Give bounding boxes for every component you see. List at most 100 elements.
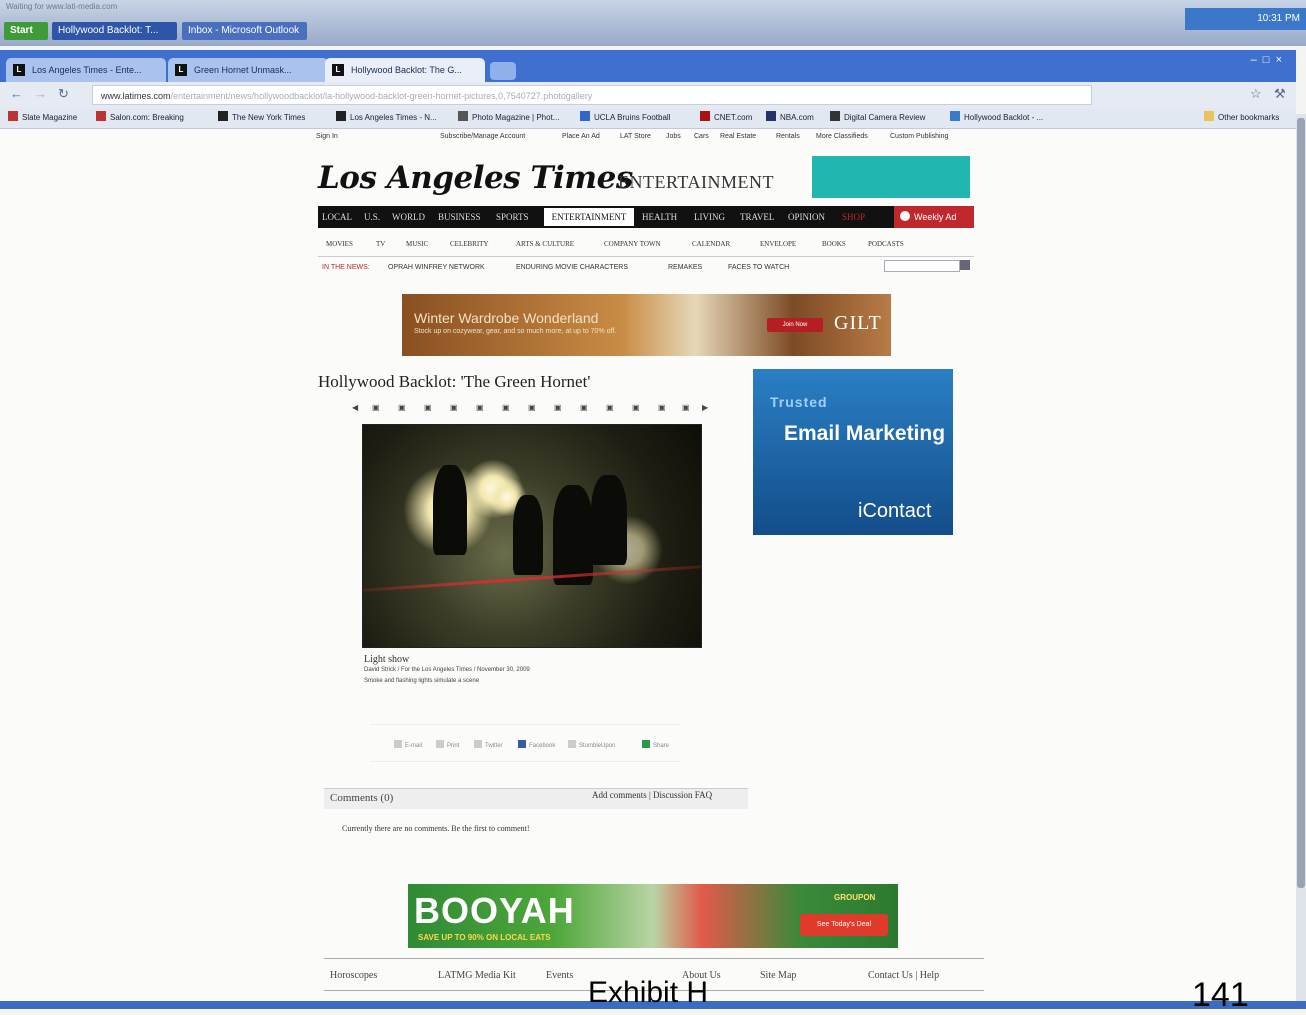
subnav-envelope[interactable]: ENVELOPE: [760, 240, 796, 248]
footer-link[interactable]: Contact Us | Help: [868, 970, 939, 981]
window-controls[interactable]: – □ ×: [1251, 54, 1282, 66]
util-link[interactable]: Place An Ad: [562, 133, 600, 140]
util-link[interactable]: Cars: [694, 133, 709, 140]
search-icon[interactable]: [960, 260, 970, 270]
sign-in-link[interactable]: Sign In: [316, 133, 338, 140]
news-link[interactable]: FACES TO WATCH: [728, 264, 789, 271]
gallery-thumb[interactable]: ▣: [398, 403, 406, 412]
nav-living[interactable]: LIVING: [694, 212, 725, 222]
bookmark-item[interactable]: Salon.com: Breaking: [96, 111, 184, 122]
share-print[interactable]: Print: [436, 740, 459, 749]
weekly-ad-button[interactable]: Weekly Ad: [894, 206, 974, 228]
news-link[interactable]: OPRAH WINFREY NETWORK: [388, 264, 485, 271]
gilt-join-button[interactable]: Join Now: [767, 318, 823, 332]
reload-icon[interactable]: ↻: [58, 86, 69, 102]
gallery-thumb[interactable]: ▣: [476, 403, 484, 412]
subnav-movies[interactable]: MOVIES: [326, 240, 353, 248]
news-link[interactable]: ENDURING MOVIE CHARACTERS: [516, 264, 628, 271]
new-tab-button[interactable]: [490, 62, 516, 80]
next-arrow-icon[interactable]: ▶: [702, 403, 708, 412]
nav-entertainment[interactable]: ENTERTAINMENT: [544, 208, 634, 226]
scrollbar-thumb[interactable]: [1297, 118, 1305, 888]
site-search-input[interactable]: [884, 260, 960, 272]
share-facebook[interactable]: Facebook: [518, 740, 555, 749]
nav-us[interactable]: U.S.: [364, 212, 380, 222]
tab-green-hornet[interactable]: L Green Hornet Unmask...: [168, 58, 328, 82]
star-icon[interactable]: ☆: [1250, 86, 1262, 102]
taskbar-item-outlook[interactable]: Inbox - Microsoft Outlook: [182, 22, 307, 40]
nav-sports[interactable]: SPORTS: [496, 212, 528, 222]
footer-link[interactable]: Site Map: [760, 970, 796, 981]
bookmark-item[interactable]: Hollywood Backlot - ...: [950, 111, 1043, 122]
gallery-thumb[interactable]: ▣: [554, 403, 562, 412]
bookmark-item[interactable]: NBA.com: [766, 111, 814, 122]
taskbar-item-browser[interactable]: Hollywood Backlot: T...: [52, 22, 177, 40]
bookmark-item[interactable]: Los Angeles Times - N...: [336, 111, 437, 122]
gallery-thumb[interactable]: ▣: [632, 403, 640, 412]
top-banner-ad[interactable]: [812, 156, 970, 198]
util-link[interactable]: Subscribe/Manage Account: [440, 133, 525, 140]
util-link[interactable]: LAT Store: [620, 133, 651, 140]
bookmark-item[interactable]: Photo Magazine | Phot...: [458, 111, 559, 122]
share-twitter[interactable]: Twitter: [474, 740, 503, 749]
gallery-thumb[interactable]: ▣: [606, 403, 614, 412]
bookmark-item[interactable]: Digital Camera Review: [830, 111, 925, 122]
gallery-thumb[interactable]: ▣: [502, 403, 510, 412]
subnav-music[interactable]: MUSIC: [406, 240, 428, 248]
nav-world[interactable]: WORLD: [392, 212, 425, 222]
gallery-thumb[interactable]: ▣: [528, 403, 536, 412]
gallery-thumb[interactable]: ▣: [580, 403, 588, 412]
comments-links[interactable]: Add comments | Discussion FAQ: [592, 790, 712, 800]
gallery-thumb[interactable]: ▣: [424, 403, 432, 412]
tab-label: Los Angeles Times - Ente...: [32, 65, 142, 75]
gallery-thumb[interactable]: ▣: [450, 403, 458, 412]
footer-link[interactable]: Events: [546, 970, 573, 981]
share-more[interactable]: Share: [642, 740, 669, 749]
other-bookmarks[interactable]: Other bookmarks: [1204, 111, 1279, 122]
wrench-icon[interactable]: ⚒: [1274, 86, 1286, 102]
nav-travel[interactable]: TRAVEL: [740, 212, 774, 222]
subnav-company-town[interactable]: COMPANY TOWN: [604, 240, 661, 248]
bookmark-item[interactable]: The New York Times: [218, 111, 305, 122]
lat-logo[interactable]: Los Angeles Times: [318, 160, 633, 196]
photo-credit: David Strick / For the Los Angeles Times…: [364, 667, 530, 673]
bookmark-item[interactable]: UCLA Bruins Football: [580, 111, 670, 122]
subnav-podcasts[interactable]: PODCASTS: [868, 240, 904, 248]
lat-favicon-icon: L: [175, 64, 187, 76]
gallery-photo[interactable]: [362, 424, 702, 648]
nav-opinion[interactable]: OPINION: [788, 212, 825, 222]
subnav-celebrity[interactable]: CELEBRITY: [450, 240, 489, 248]
util-link[interactable]: More Classifieds: [816, 133, 868, 140]
subnav-arts[interactable]: ARTS & CULTURE: [516, 240, 574, 248]
subnav-tv[interactable]: TV: [376, 240, 385, 248]
groupon-deal-button[interactable]: See Today's Deal: [800, 914, 888, 936]
share-stumbleupon[interactable]: StumbleUpon: [568, 740, 615, 749]
util-link[interactable]: Rentals: [776, 133, 800, 140]
nav-shop[interactable]: SHOP: [842, 212, 865, 222]
nav-health[interactable]: HEALTH: [642, 212, 677, 222]
subnav-calendar[interactable]: CALENDAR: [692, 240, 730, 248]
tab-hollywood-backlot[interactable]: L Hollywood Backlot: The G...: [325, 58, 485, 82]
prev-arrow-icon[interactable]: ◀: [352, 403, 358, 412]
share-email[interactable]: E-mail: [394, 740, 422, 749]
gallery-thumb[interactable]: ▣: [658, 403, 666, 412]
subnav-books[interactable]: BOOKS: [822, 240, 846, 248]
nav-business[interactable]: BUSINESS: [438, 212, 481, 222]
nav-local[interactable]: LOCAL: [322, 212, 352, 222]
bookmark-item[interactable]: Slate Magazine: [8, 111, 77, 122]
back-arrow-icon[interactable]: ←: [10, 86, 23, 101]
start-button[interactable]: Start: [4, 22, 48, 40]
bookmark-item[interactable]: CNET.com: [700, 111, 752, 122]
util-link[interactable]: Real Estate: [720, 133, 756, 140]
forward-arrow-icon[interactable]: →: [34, 86, 47, 101]
footer-link[interactable]: Horoscopes: [330, 970, 377, 981]
util-link[interactable]: Jobs: [666, 133, 681, 140]
news-link[interactable]: REMAKES: [668, 264, 702, 271]
tab-lat-entertainment[interactable]: L Los Angeles Times - Ente...: [6, 58, 166, 82]
footer-link[interactable]: LATMG Media Kit: [438, 970, 516, 981]
util-link[interactable]: Custom Publishing: [890, 133, 948, 140]
gallery-thumb[interactable]: ▣: [372, 403, 380, 412]
gallery-thumb[interactable]: ▣: [682, 403, 690, 412]
url-field[interactable]: www.latimes.com/entertainment/news/holly…: [92, 85, 1092, 105]
groupon-ad-subtext: SAVE UP TO 90% ON LOCAL EATS: [418, 933, 551, 942]
